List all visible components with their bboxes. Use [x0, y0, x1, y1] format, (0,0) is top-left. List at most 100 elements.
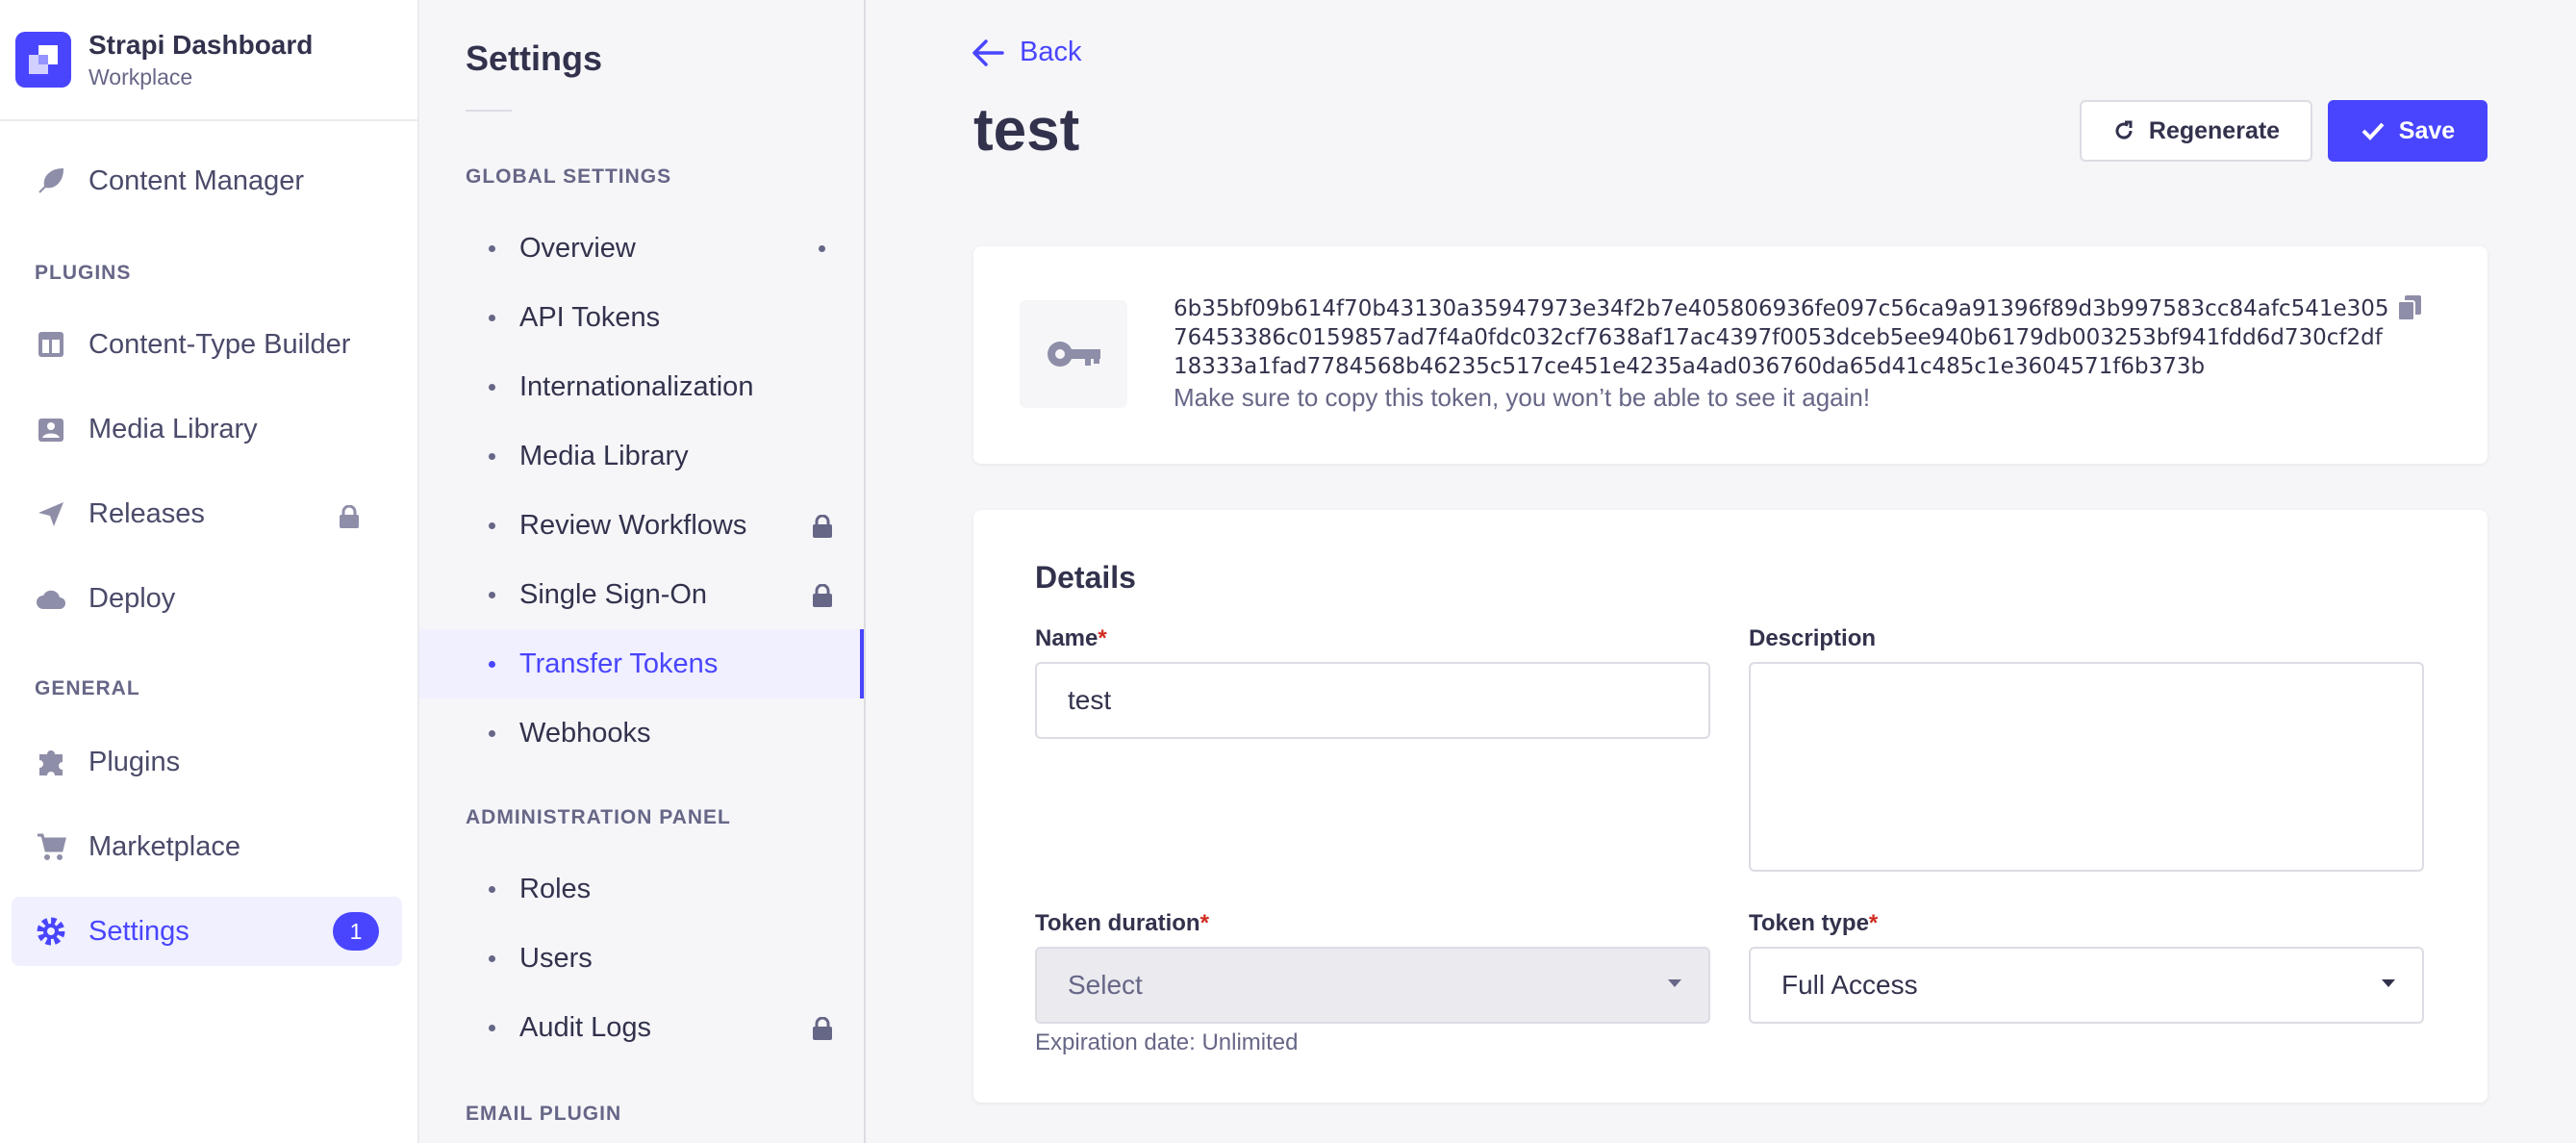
nav-item-releases[interactable]: Releases [12, 479, 402, 548]
required-mark: * [1200, 910, 1209, 936]
nav-section-general: GENERAL [35, 677, 140, 699]
page-title: test [973, 97, 1080, 164]
cloud-icon [35, 582, 67, 615]
required-mark: * [1098, 625, 1107, 651]
subnav-item-transfer-tokens[interactable]: Transfer Tokens [419, 629, 864, 698]
puzzle-icon [35, 746, 67, 778]
nav-item-plugins[interactable]: Plugins [12, 727, 402, 797]
subnav-item-media-library[interactable]: Media Library [419, 421, 864, 491]
nav-label: Marketplace [88, 830, 240, 862]
subnav-label: Review Workflows [519, 509, 747, 541]
token-type-select[interactable]: Full Access [1749, 947, 2424, 1024]
refresh-icon [2115, 120, 2133, 140]
token-duration-label-text: Token duration [1035, 910, 1200, 936]
subnav-label: Media Library [519, 440, 689, 471]
subnav-label: Webhooks [519, 717, 651, 749]
arrow-left-icon [972, 38, 1004, 66]
nav-label: Deploy [88, 582, 176, 614]
bullet [489, 384, 495, 391]
subnav-label: Single Sign-On [519, 578, 708, 610]
bullet [489, 730, 495, 737]
nav-item-deploy[interactable]: Deploy [12, 564, 402, 633]
token-duration-label: Token duration* [1035, 910, 1209, 937]
nav-label: Settings [88, 915, 189, 947]
divider [466, 110, 512, 112]
nav-item-content-manager[interactable]: Content Manager [12, 146, 402, 216]
subnav-label: Internationalization [519, 370, 754, 402]
update-indicator [819, 245, 825, 252]
settings-subnav: Settings GLOBAL SETTINGS Overview API To… [419, 0, 866, 1143]
subnav-item-api-tokens[interactable]: API Tokens [419, 283, 864, 352]
required-mark: * [1868, 910, 1879, 936]
back-label: Back [1020, 37, 1082, 67]
caret-down-icon [1668, 979, 1681, 987]
nav-label: Content-Type Builder [88, 328, 351, 360]
nav-label: Plugins [88, 746, 181, 777]
nav-item-marketplace[interactable]: Marketplace [12, 812, 402, 881]
subnav-label: Overview [519, 232, 636, 264]
section-global-settings: GLOBAL SETTINGS [466, 165, 672, 188]
description-label: Description [1749, 625, 1877, 651]
nav-section-plugins: PLUGINS [35, 262, 132, 284]
subnav-item-audit-logs[interactable]: Audit Logs [419, 993, 864, 1062]
caret-down-icon [2382, 979, 2395, 987]
subnav-item-single-sign-on[interactable]: Single Sign-On [419, 560, 864, 629]
copy-icon[interactable] [2397, 294, 2422, 326]
image-icon [35, 413, 67, 445]
lock-icon [812, 583, 833, 615]
bullet [489, 245, 495, 252]
token-value: 6b35bf09b614f70b43130a35947973e34f2b7e40… [1174, 296, 2389, 379]
subnav-item-webhooks[interactable]: Webhooks [419, 698, 864, 768]
details-title: Details [1035, 560, 1136, 595]
subnav-item-users[interactable]: Users [419, 924, 864, 993]
subnav-label: Transfer Tokens [519, 648, 719, 679]
notification-badge: 1 [333, 912, 379, 951]
subnav-item-review-workflows[interactable]: Review Workflows [419, 491, 864, 560]
regenerate-label: Regenerate [2148, 116, 2281, 144]
gear-icon [35, 915, 67, 948]
brand: Strapi Dashboard Workplace [0, 0, 417, 121]
expiration-hint: Expiration date: Unlimited [1035, 1029, 1299, 1055]
nav-item-media-library[interactable]: Media Library [12, 394, 402, 464]
lock-icon [812, 514, 833, 546]
save-label: Save [2398, 116, 2456, 144]
description-textarea[interactable] [1749, 662, 2424, 872]
nav-label: Content Manager [88, 165, 305, 196]
nav-item-settings[interactable]: Settings 1 [12, 897, 402, 966]
save-button[interactable]: Save [2328, 100, 2488, 162]
section-administration-panel: ADMINISTRATION PANEL [466, 806, 731, 828]
back-link[interactable]: Back [972, 37, 1081, 68]
token-type-value: Full Access [1781, 970, 1918, 1000]
name-label: Name* [1035, 625, 1107, 652]
nav-item-content-type-builder[interactable]: Content-Type Builder [12, 310, 402, 379]
regenerate-button[interactable]: Regenerate [2080, 100, 2312, 162]
bullet [489, 315, 495, 321]
token-type-label: Token type* [1749, 910, 1878, 937]
subnav-label: Audit Logs [519, 1011, 652, 1043]
paper-plane-icon [35, 497, 67, 530]
name-input-value: test [1068, 685, 1112, 715]
feather-icon [35, 165, 67, 197]
lock-icon [339, 504, 360, 536]
subnav-item-internationalization[interactable]: Internationalization [419, 352, 864, 421]
token-duration-select[interactable]: Select [1035, 947, 1710, 1024]
bullet [489, 886, 495, 893]
token-card: 6b35bf09b614f70b43130a35947973e34f2b7e40… [973, 246, 2488, 464]
bullet [489, 592, 495, 598]
bullet [489, 453, 495, 460]
subnav-label: Roles [519, 873, 592, 904]
token-hint: Make sure to copy this token, you won’t … [1174, 383, 1871, 412]
bullet [489, 661, 495, 668]
subnav-label: Users [519, 942, 593, 974]
token-type-label-text: Token type [1749, 910, 1869, 936]
subnav-item-roles[interactable]: Roles [419, 854, 864, 924]
name-label-text: Name [1035, 625, 1099, 651]
check-icon [2361, 122, 2385, 140]
nav-label: Releases [88, 497, 205, 529]
subnav-item-overview[interactable]: Overview [419, 214, 864, 283]
strapi-logo-icon [15, 32, 71, 88]
brand-subtitle: Workplace [88, 64, 193, 89]
name-input[interactable]: test [1035, 662, 1710, 739]
key-icon [1020, 300, 1127, 408]
section-email-plugin: EMAIL PLUGIN [466, 1103, 622, 1125]
